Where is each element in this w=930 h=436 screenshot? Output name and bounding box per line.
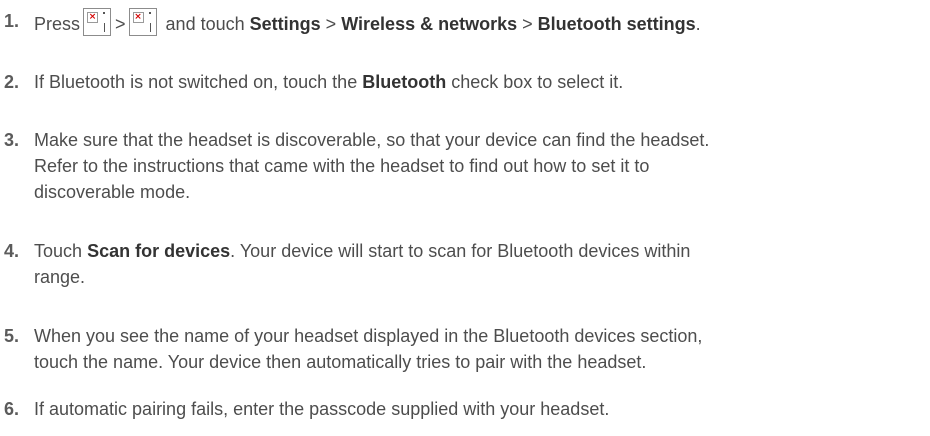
step-text-line: When you see the name of your headset di… [34,326,703,346]
step-5: 5. When you see the name of your headset… [0,323,920,375]
icon-dot [103,12,106,14]
separator-gt: > [522,14,533,34]
separator-gt: > [325,14,337,34]
icon-bar [149,23,151,32]
broken-image-box: × [132,12,144,23]
step-3: 3. Make sure that the headset is discove… [0,127,920,205]
step-number: 5. [4,326,20,346]
step-text-part: check box to select it. [451,72,624,92]
step-text: If automatic pairing fails, enter the pa… [30,396,914,422]
scan-for-devices-label: Scan for devices [87,241,231,261]
step-text-part: . [695,14,701,34]
step-number: 3. [4,130,20,150]
step-text-line: touch the name. Your device then automat… [34,352,647,372]
broken-image-box: × [87,12,99,23]
step-text-line: Make sure that the headset is discoverab… [34,130,710,150]
broken-image-x-icon: × [88,12,97,22]
step-text-line: range. [34,267,86,287]
menu-key-icon: × [83,8,112,36]
step-1: 1. Press × > × and touch Settings > Wireles… [0,8,920,37]
menu-key-icon: × [128,8,157,36]
step-text-line: If automatic pairing fails, enter the pa… [34,399,610,419]
bluetooth-label: Bluetooth [362,72,447,92]
step-text-part: Press [34,14,81,34]
step-text: If Bluetooth is not switched on, touch t… [30,69,914,95]
step-text: Touch Scan for devices. Your device will… [30,238,914,290]
instruction-list: 1. Press × > × and touch Settings > Wireles… [0,0,930,436]
icon-dot [148,12,151,14]
step-text-line: discoverable mode. [34,182,191,202]
step-text-part: and touch [165,14,245,34]
step-2: 2. If Bluetooth is not switched on, touc… [0,69,920,95]
separator-gt: > [115,14,126,34]
step-text-part: If Bluetooth is not switched on, touch t… [34,72,358,92]
step-text: Press × > × and touch Settings > Wireless &… [30,8,914,37]
step-text-line: Touch Scan for devices. Your device will… [34,238,914,264]
step-number: 6. [4,399,20,419]
step-6: 6. If automatic pairing fails, enter the… [0,396,920,422]
step-number: 1. [4,11,20,31]
step-4: 4. Touch Scan for devices. Your device w… [0,238,920,290]
step-text: Make sure that the headset is discoverab… [30,127,914,205]
step-number: 2. [4,72,20,92]
step-text-line: Refer to the instructions that came with… [34,156,650,176]
broken-image-x-icon: × [134,12,142,22]
step-text-part: . Your device will start to scan for Blu… [230,241,691,261]
settings-label: Settings [249,14,321,34]
icon-bar [104,23,106,32]
bluetooth-settings-label: Bluetooth settings [537,14,696,34]
wireless-networks-label: Wireless & networks [341,14,518,34]
step-number: 4. [4,241,20,261]
step-text: When you see the name of your headset di… [30,323,914,375]
step-text-part: Touch [34,241,83,261]
